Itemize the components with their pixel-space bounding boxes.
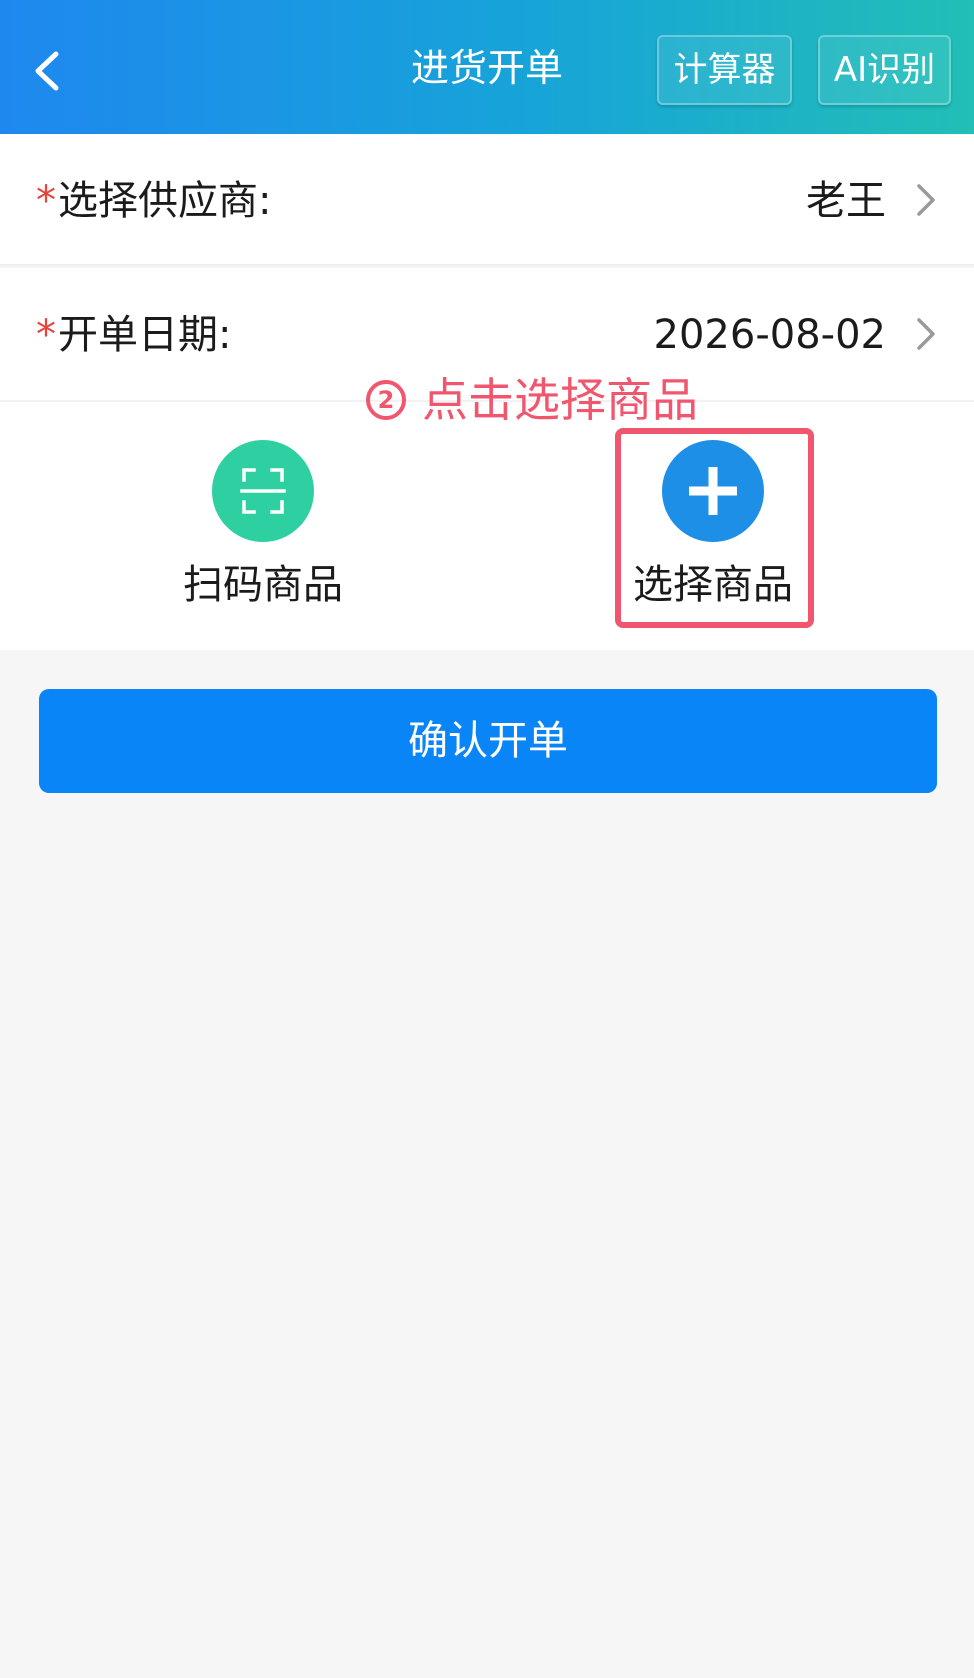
header-bar: 进货开单 计算器 AI识别 (0, 0, 974, 134)
plus-icon-circle (662, 440, 764, 542)
scan-product-label: 扫码商品 (183, 562, 343, 608)
scan-icon (240, 468, 286, 514)
plus-icon (689, 467, 737, 515)
purchase-order-page: 进货开单 计算器 AI识别 * 选择供应商: 老王 * 开单日期: 2026-0… (0, 0, 974, 1678)
required-mark: * (36, 312, 56, 358)
confirm-order-button[interactable]: 确认开单 (39, 689, 937, 793)
annotation-step-number: 2 (366, 379, 406, 420)
annotation-text: 点击选择商品 (422, 373, 698, 427)
calculator-button[interactable]: 计算器 (657, 35, 792, 105)
annotation-hint: 2 点击选择商品 (366, 368, 698, 432)
date-label: 开单日期: (58, 312, 232, 358)
supplier-row[interactable]: * 选择供应商: 老王 (0, 134, 974, 266)
supplier-label: 选择供应商: (58, 178, 272, 224)
ai-recognition-button[interactable]: AI识别 (818, 35, 951, 105)
date-value: 2026-08-02 (653, 312, 886, 358)
supplier-value: 老王 (806, 178, 886, 224)
chevron-right-icon (917, 184, 935, 216)
chevron-left-icon (35, 51, 59, 91)
product-action-panel (0, 400, 974, 650)
select-product-label: 选择商品 (633, 562, 793, 608)
required-mark: * (36, 178, 56, 224)
scan-icon-circle (212, 440, 314, 542)
select-product-button[interactable]: 选择商品 (613, 432, 813, 632)
back-button[interactable] (22, 36, 78, 106)
chevron-right-icon (917, 318, 935, 350)
scan-product-button[interactable]: 扫码商品 (163, 432, 363, 632)
